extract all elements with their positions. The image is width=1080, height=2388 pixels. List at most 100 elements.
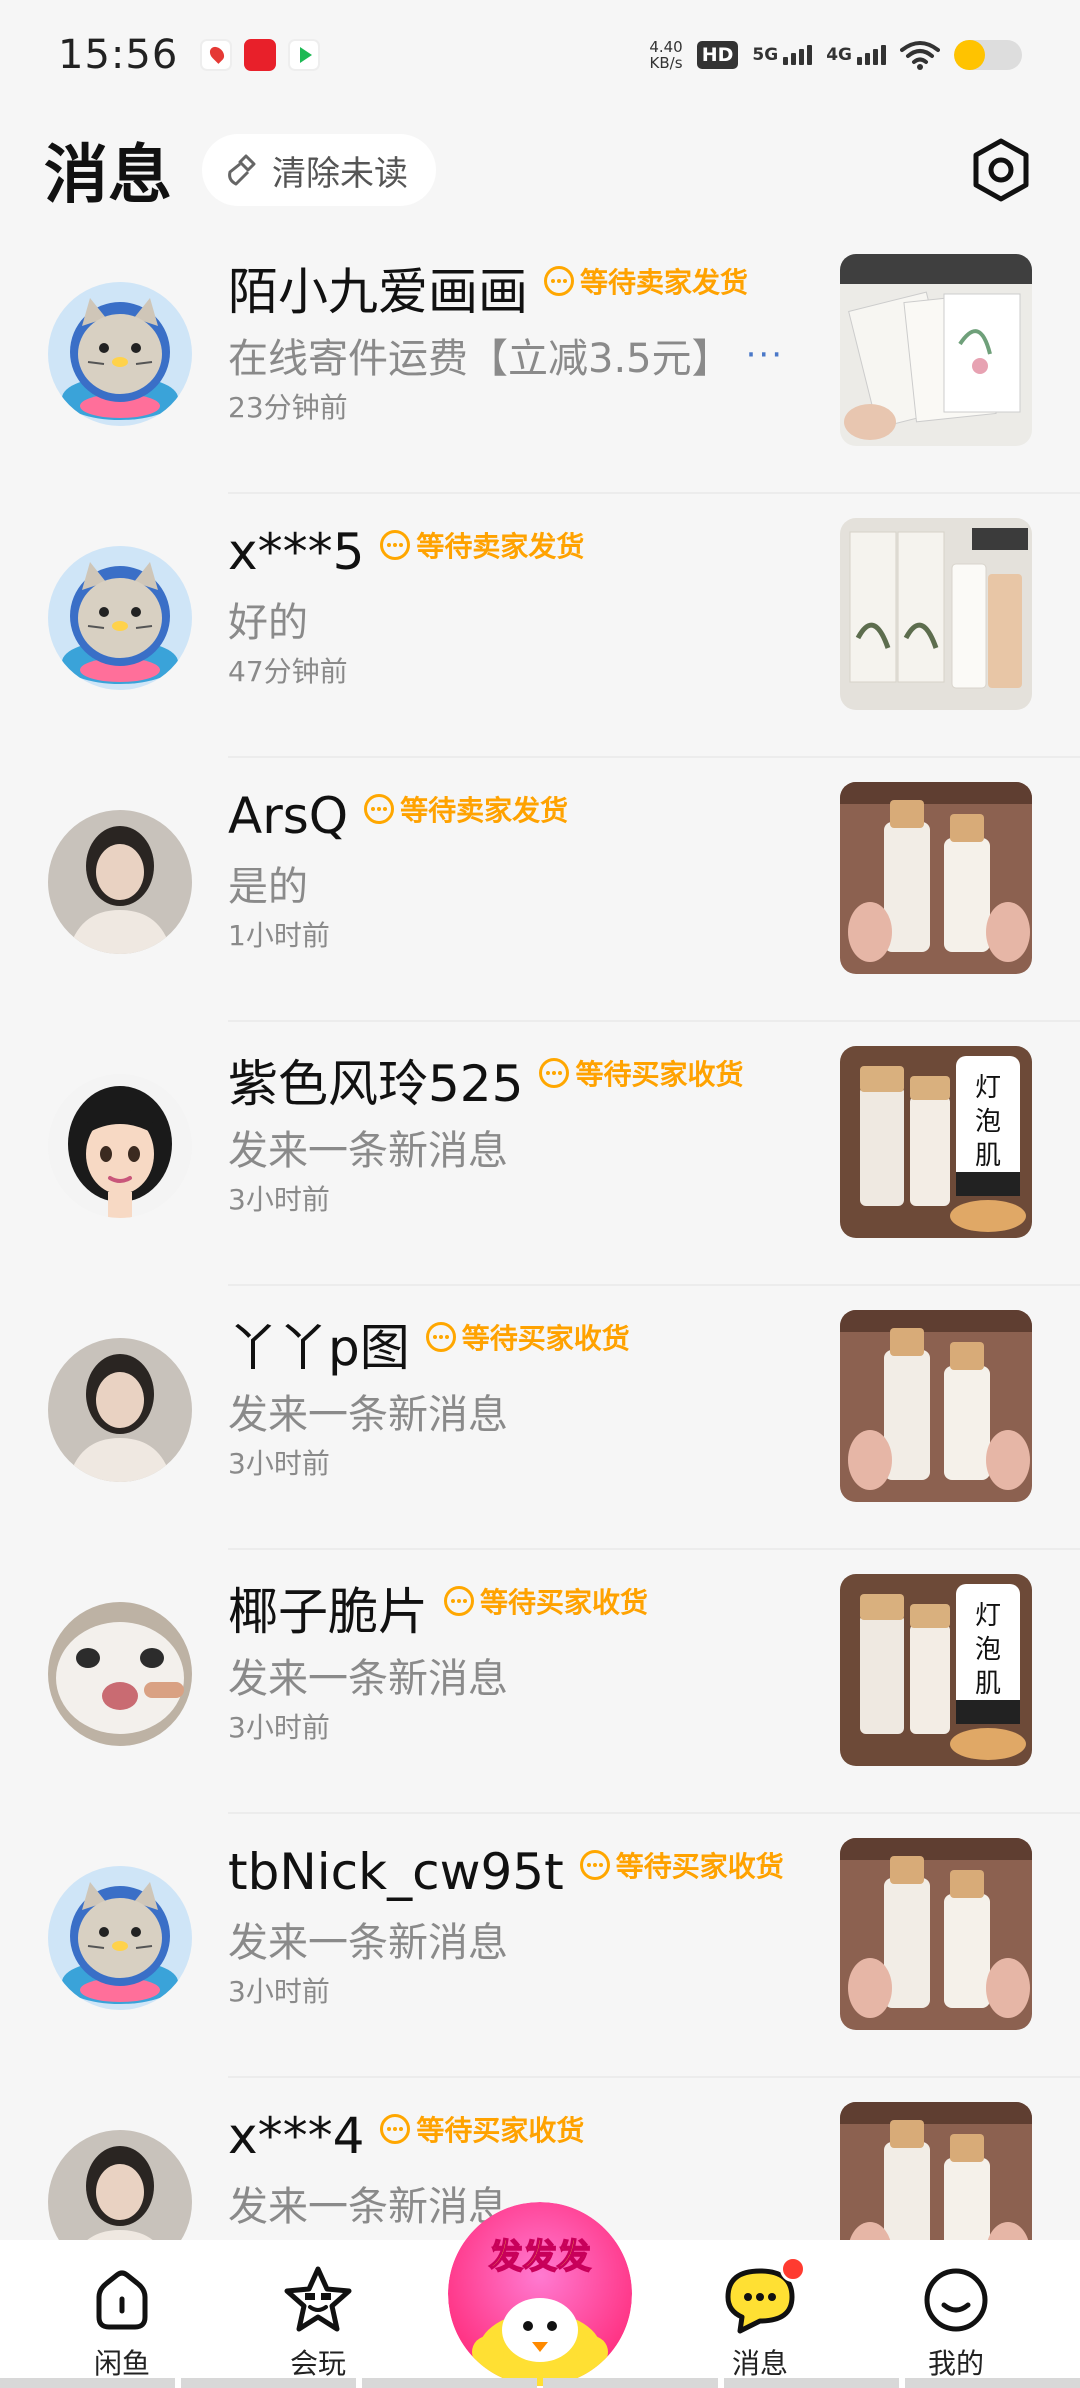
name-line: x***5 等待卖家发货 xyxy=(228,516,808,588)
chat-bubble-icon xyxy=(722,2256,806,2338)
conversation-body: ArsQ 等待卖家发货 是的 1小时前 xyxy=(228,780,808,954)
system-indicators: 4.40 KB/s HD 5G 4G xyxy=(649,39,1022,71)
order-status-icon xyxy=(425,1322,456,1352)
message-preview-text: 是的 xyxy=(228,864,308,910)
video-app-icon xyxy=(288,39,321,71)
network-speed: 4.40 KB/s xyxy=(649,38,683,72)
avatar[interactable] xyxy=(48,810,192,954)
order-status-icon xyxy=(444,1586,474,1616)
message-preview: 发来一条新消息 xyxy=(228,1912,808,1966)
battery-icon xyxy=(954,40,1022,70)
product-thumbnail[interactable] xyxy=(840,254,1032,446)
message-preview: 发来一条新消息 xyxy=(228,1648,808,1702)
order-status-badge: 等待卖家发货 xyxy=(544,261,748,301)
conversation-body: 紫色风玲525 等待买家收货发来一条新消息 3小时前 xyxy=(228,1044,808,1218)
svg-text:泡: 泡 xyxy=(975,1635,1001,1665)
message-time: 3小时前 xyxy=(228,1711,330,1744)
contact-name: tbNick_cw95t xyxy=(228,1843,564,1901)
message-preview: 在线寄件运费【立减3.5元】 ··· xyxy=(228,328,808,382)
order-status-label: 等待买家收货 xyxy=(480,1586,649,1619)
wifi-icon xyxy=(900,41,940,70)
contact-name: 椰子脆片 xyxy=(228,1583,428,1641)
message-preview: 发来一条新消息 xyxy=(228,1120,808,1174)
publish-label: 发发发 xyxy=(489,2237,591,2277)
svg-text:肌: 肌 xyxy=(975,1669,1001,1699)
name-line: tbNick_cw95t 等待买家收货 xyxy=(228,1836,808,1908)
name-line: 丫丫p图 等待买家收货 xyxy=(228,1308,808,1380)
order-status-label: 等待买家收货 xyxy=(575,1058,744,1091)
product-thumbnail[interactable] xyxy=(840,1310,1032,1502)
message-preview-text: 发来一条新消息 xyxy=(228,1128,508,1174)
message-time: 3小时前 xyxy=(228,1975,330,2008)
message-time: 47分钟前 xyxy=(228,655,348,688)
message-preview-text: 发来一条新消息 xyxy=(228,2184,508,2230)
order-status-badge: 等待卖家发货 xyxy=(380,525,584,565)
message-time: 3小时前 xyxy=(228,1183,330,1216)
order-status-icon xyxy=(380,530,411,560)
conversation-row[interactable]: x***5 等待卖家发货好的 47分钟前 xyxy=(0,494,1080,758)
avatar[interactable] xyxy=(48,1338,192,1482)
sim2-signal-icon: 4G xyxy=(826,45,886,65)
order-status-icon xyxy=(544,266,574,296)
avatar[interactable] xyxy=(48,546,192,690)
sim1-signal-icon: 5G xyxy=(752,45,813,65)
message-list: 陌小九爱画画 等待卖家发货 在线寄件运费【立减3.5元】 ··· 23分钟前 x***5 等… xyxy=(0,230,1080,2342)
avatar[interactable] xyxy=(48,1602,192,1746)
page-title: 消息 xyxy=(44,139,172,213)
contact-name: x***5 xyxy=(228,523,365,581)
conversation-row[interactable]: 椰子脆片 等待买家收货发来一条新消息 3小时前 灯泡肌 xyxy=(0,1550,1080,1814)
contact-name: 紫色风玲525 xyxy=(228,1055,524,1113)
gesture-bar xyxy=(0,2378,1080,2388)
product-thumbnail[interactable]: 灯泡肌 xyxy=(840,1046,1032,1238)
conversation-row[interactable]: ArsQ 等待卖家发货 是的 1小时前 xyxy=(0,758,1080,1022)
contact-name: 陌小九爱画画 xyxy=(228,263,528,321)
home-icon xyxy=(84,2262,160,2338)
order-status-label: 等待卖家发货 xyxy=(580,266,749,299)
name-line: 椰子脆片 等待买家收货 xyxy=(228,1572,808,1644)
order-status-icon xyxy=(539,1058,570,1088)
order-status-badge: 等待买家收货 xyxy=(425,1317,630,1357)
order-status-badge: 等待买家收货 xyxy=(539,1053,743,1093)
conversation-row[interactable]: 紫色风玲525 等待买家收货发来一条新消息 3小时前 灯泡肌 xyxy=(0,1022,1080,1286)
avatar[interactable] xyxy=(48,1074,192,1218)
message-preview-text: 发来一条新消息 xyxy=(228,1920,508,1966)
product-thumbnail[interactable] xyxy=(840,782,1032,974)
product-thumbnail[interactable] xyxy=(840,1838,1032,2030)
avatar[interactable] xyxy=(48,282,192,426)
conversation-body: 陌小九爱画画 等待卖家发货 在线寄件运费【立减3.5元】 ··· 23分钟前 xyxy=(228,252,808,426)
shopping-app-icon xyxy=(244,39,277,71)
order-status-label: 等待买家收货 xyxy=(416,2114,585,2147)
more-icon: ··· xyxy=(745,335,785,375)
settings-button[interactable] xyxy=(966,135,1036,205)
svg-text:灯: 灯 xyxy=(975,1073,1001,1103)
tab-play[interactable]: 会玩 xyxy=(248,2240,388,2382)
order-status-icon xyxy=(380,2114,411,2144)
status-time: 15:56 xyxy=(58,32,179,78)
smiley-icon xyxy=(918,2262,994,2338)
contact-name: x***4 xyxy=(228,2107,365,2165)
conversation-row[interactable]: tbNick_cw95t 等待买家收货发来一条新消息 3小时前 xyxy=(0,1814,1080,2078)
conversation-row[interactable]: 丫丫p图 等待买家收货 发来一条新消息 3小时前 xyxy=(0,1286,1080,1550)
tab-home[interactable]: 闲鱼 xyxy=(52,2240,192,2382)
name-line: 紫色风玲525 等待买家收货 xyxy=(228,1044,808,1116)
order-status-label: 等待买家收货 xyxy=(615,1850,784,1883)
conversation-row[interactable]: 陌小九爱画画 等待卖家发货 在线寄件运费【立减3.5元】 ··· 23分钟前 xyxy=(0,230,1080,494)
svg-text:灯: 灯 xyxy=(975,1601,1001,1631)
tab-messages[interactable]: 消息 xyxy=(690,2240,830,2382)
publish-button[interactable]: 发发发 xyxy=(448,2202,632,2386)
order-status-icon xyxy=(364,794,395,824)
avatar[interactable] xyxy=(48,1866,192,2010)
name-line: ArsQ 等待卖家发货 xyxy=(228,780,808,852)
order-status-label: 等待卖家发货 xyxy=(400,794,569,827)
product-thumbnail[interactable]: 灯泡肌 xyxy=(840,1574,1032,1766)
order-status-badge: 等待买家收货 xyxy=(380,2109,584,2149)
message-preview-text: 在线寄件运费【立减3.5元】 xyxy=(228,336,732,382)
message-preview: 好的 xyxy=(228,592,808,646)
order-status-badge: 等待买家收货 xyxy=(579,1845,784,1885)
product-thumbnail[interactable] xyxy=(840,518,1032,710)
notification-icons xyxy=(200,39,321,71)
clear-unread-button[interactable]: 清除未读 xyxy=(202,134,436,206)
order-status-label: 等待买家收货 xyxy=(461,1322,630,1355)
name-line: x***4 等待买家收货 xyxy=(228,2100,808,2172)
tab-me[interactable]: 我的 xyxy=(886,2240,1026,2382)
